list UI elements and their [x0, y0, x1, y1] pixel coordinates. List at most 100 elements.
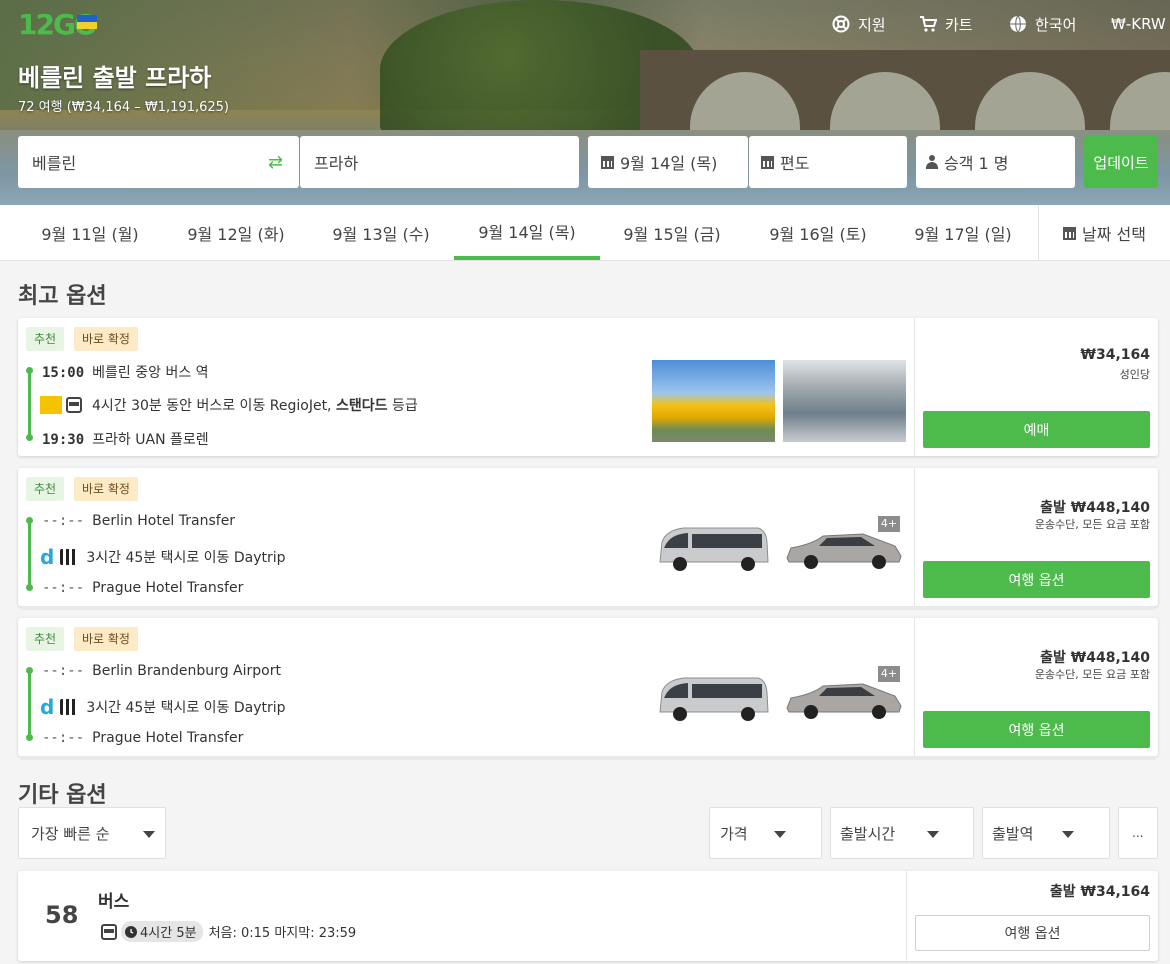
swap-icon[interactable]: ⇄	[268, 152, 283, 173]
support-link[interactable]: 지원	[832, 12, 886, 36]
bus-photo[interactable]	[652, 360, 775, 442]
bus-icon	[101, 923, 117, 940]
from-value: 베를린	[32, 154, 77, 173]
taxi-icon	[60, 549, 79, 565]
other-options-title: 기타 옵션	[18, 783, 107, 808]
date-tab[interactable]: 9월 17일 (일)	[890, 205, 1036, 261]
timeline-dot	[26, 734, 33, 741]
currency-label: ₩-KRW	[1111, 15, 1166, 33]
currency-selector[interactable]: ₩-KRW	[1111, 12, 1166, 36]
chevron-down-icon	[1062, 831, 1074, 838]
trip-info: 4시간 30분 동안 버스로 이동 RegioJet, 스탠다드 등급	[40, 395, 418, 415]
timeline-dot	[26, 584, 33, 591]
return-date-input[interactable]: 편도	[749, 136, 907, 188]
price-box: ₩34,164 성인당 예매	[914, 318, 1158, 456]
trip-description: 3시간 45분 택시로 이동 Daytrip	[86, 700, 286, 716]
card-stack-edge	[20, 606, 1156, 610]
departure-stop: 15:00 베를린 중앙 버스 역	[42, 362, 209, 382]
more-photos-badge[interactable]: 4+	[878, 516, 900, 532]
timeline-dot	[26, 434, 33, 441]
timeline-dot	[26, 667, 33, 674]
user-icon	[926, 155, 938, 169]
price-note: 성인당	[1119, 368, 1150, 381]
trip-class: 스탠다드	[335, 398, 388, 414]
date-tab[interactable]: 9월 12일 (화)	[163, 205, 309, 261]
price-box: 출발 ₩448,140 운송수단, 모든 요금 포함 여행 옵션	[914, 468, 1158, 606]
best-option-card[interactable]: 추천 바로 확정 --:-- Berlin Brandenburg Airport…	[18, 618, 1158, 760]
sedan-photo[interactable]	[783, 526, 905, 572]
date-picker-button[interactable]: 날짜 선택	[1038, 205, 1170, 261]
best-option-card[interactable]: 추천 바로 확정 15:00 베를린 중앙 버스 역 4시간 30분 동안 버스로…	[18, 318, 1158, 456]
best-option-card[interactable]: 추천 바로 확정 --:-- Berlin Hotel Transfer d 3시…	[18, 468, 1158, 610]
more-filters-button[interactable]: ...	[1118, 807, 1158, 859]
calendar-icon	[601, 156, 614, 169]
sedan-photo[interactable]	[783, 676, 905, 722]
result-details: 4시간 5분 처음: 0:15 마지막: 23:59	[101, 921, 356, 942]
bus-interior-photo[interactable]	[783, 360, 906, 442]
date-picker-label: 날짜 선택	[1082, 225, 1146, 244]
price: ₩34,164	[1080, 347, 1150, 363]
price: 출발 ₩34,164	[1049, 884, 1150, 900]
calendar-icon	[761, 156, 774, 169]
more-photos-badge[interactable]: 4+	[878, 666, 900, 682]
other-option-card[interactable]: 58 버스 4시간 5분 처음: 0:15 마지막: 23:59 출발 ₩34,…	[18, 871, 1158, 961]
departure-station-filter-label: 출발역	[992, 824, 1034, 843]
departure-time-filter[interactable]: 출발시간	[830, 807, 974, 859]
cart-icon	[920, 16, 937, 32]
sort-dropdown[interactable]: 가장 빠른 순	[18, 807, 166, 859]
trip-options-button[interactable]: 여행 옵션	[923, 561, 1150, 598]
top-bar: 12GO 지원 카트 한국어 ₩-KRW	[0, 0, 1170, 48]
language-selector[interactable]: 한국어	[1009, 12, 1076, 36]
cart-link[interactable]: 카트	[919, 12, 973, 36]
departure-station-filter[interactable]: 출발역	[982, 807, 1110, 859]
book-button[interactable]: 예매	[923, 411, 1150, 448]
cart-label: 카트	[945, 15, 973, 34]
trip-class-suffix: 등급	[391, 398, 418, 414]
transport-mode: 버스	[98, 892, 130, 912]
price-box: 출발 ₩34,164 여행 옵션	[906, 871, 1158, 961]
departure-station: 베를린 중앙 버스 역	[92, 365, 209, 381]
duration: 4시간 5분	[140, 926, 197, 941]
instant-confirm-badge: 바로 확정	[74, 327, 138, 351]
van-photo[interactable]	[654, 524, 772, 574]
passengers-input[interactable]: 승객 1 명	[916, 136, 1075, 188]
trip-options-button[interactable]: 여행 옵션	[923, 711, 1150, 748]
support-label: 지원	[858, 15, 886, 34]
trip-info: d 3시간 45분 택시로 이동 Daytrip	[40, 695, 286, 719]
route-summary: 72 여행 (₩34,164 – ₩1,191,625)	[18, 100, 229, 115]
arrival-station: Prague Hotel Transfer	[92, 580, 244, 596]
best-options-title: 최고 옵션	[18, 284, 107, 309]
departure-time-filter-label: 출발시간	[840, 824, 896, 843]
date-tab[interactable]: 9월 16일 (토)	[745, 205, 891, 261]
trip-options-button[interactable]: 여행 옵션	[915, 915, 1150, 951]
taxi-icon	[60, 699, 79, 715]
lifebuoy-icon	[832, 15, 850, 33]
from-input[interactable]: 베를린	[18, 136, 299, 188]
departure-time: --:--	[42, 513, 85, 529]
arrival-station: 프라하 UAN 플로렌	[92, 432, 209, 448]
page-title: 베를린 출발 프라하	[18, 64, 212, 92]
date-tab-active[interactable]: 9월 14일 (목)	[454, 205, 600, 260]
timeline-line	[28, 669, 31, 739]
timeline-line	[28, 369, 31, 439]
arrival-station: Prague Hotel Transfer	[92, 730, 244, 746]
globe-icon	[1010, 15, 1026, 33]
to-input[interactable]: 프라하	[300, 136, 579, 188]
price: 출발 ₩448,140	[1040, 500, 1150, 516]
trip-description: 3시간 45분 택시로 이동 Daytrip	[86, 550, 286, 566]
price-filter[interactable]: 가격	[709, 807, 822, 859]
date-tabs: 9월 11일 (월) 9월 12일 (화) 9월 13일 (수) 9월 14일 …	[0, 205, 1170, 261]
update-button[interactable]: 업데이트	[1084, 136, 1158, 188]
recommended-badge: 추천	[26, 627, 65, 651]
to-value: 프라하	[314, 154, 359, 173]
date-tab[interactable]: 9월 15일 (금)	[599, 205, 745, 261]
date-tab[interactable]: 9월 13일 (수)	[308, 205, 454, 261]
van-photo[interactable]	[654, 674, 772, 724]
timeline-dot	[26, 517, 33, 524]
date-tab[interactable]: 9월 11일 (월)	[17, 205, 163, 261]
recommended-badge: 추천	[26, 327, 65, 351]
calendar-icon	[1063, 226, 1077, 240]
chevron-down-icon	[927, 831, 939, 838]
date-input[interactable]: 9월 14일 (목)	[588, 136, 748, 188]
timeline-dot	[26, 367, 33, 374]
